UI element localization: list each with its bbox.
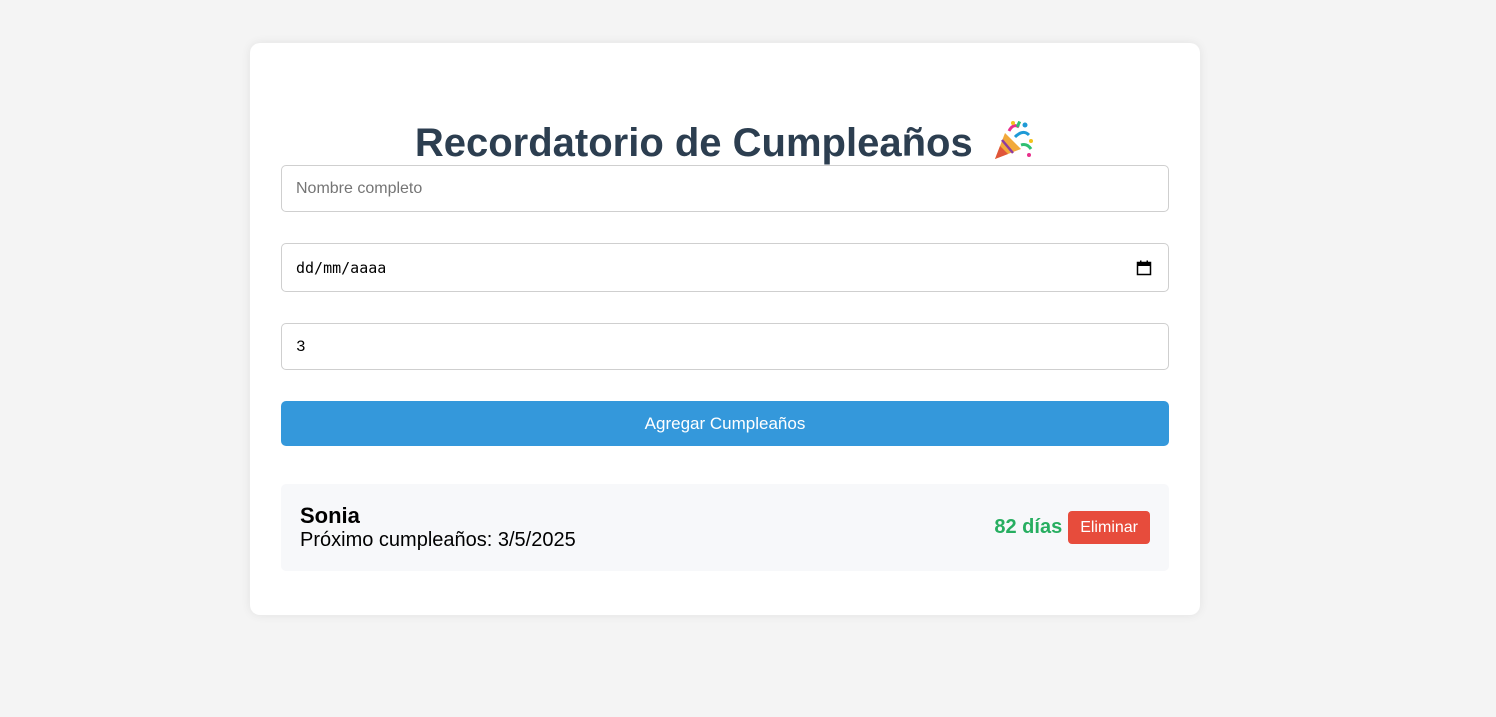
date-input-placeholder: dd/mm/aaaa [296,258,387,277]
birthday-name: Sonia [300,503,360,528]
calendar-icon[interactable] [1136,260,1152,276]
days-left-badge: 82 días [994,516,1063,538]
next-birthday-date: Próximo cumpleaños: 3/5/2025 [300,529,576,551]
add-birthday-button[interactable]: Agregar Cumpleaños [281,401,1169,446]
days-before-value: 3 [296,337,306,356]
name-input-placeholder: Nombre completo [296,179,423,197]
delete-button[interactable]: Eliminar [1068,511,1150,544]
days-before-input[interactable]: 3 [281,323,1169,370]
header: Recordatorio de Cumpleaños [250,119,1200,165]
party-popper-icon [991,119,1035,163]
page-title: Recordatorio de Cumpleaños [414,121,973,165]
name-input[interactable]: Nombre completo [281,165,1169,212]
birthday-actions: 82 días Eliminar [994,511,1150,544]
birthday-card: Recordatorio de Cumpleaños Nombre comple… [250,43,1200,615]
date-input[interactable]: dd/mm/aaaa [281,243,1169,292]
list-item: Sonia Próximo cumpleaños: 3/5/2025 82 dí… [281,484,1169,571]
